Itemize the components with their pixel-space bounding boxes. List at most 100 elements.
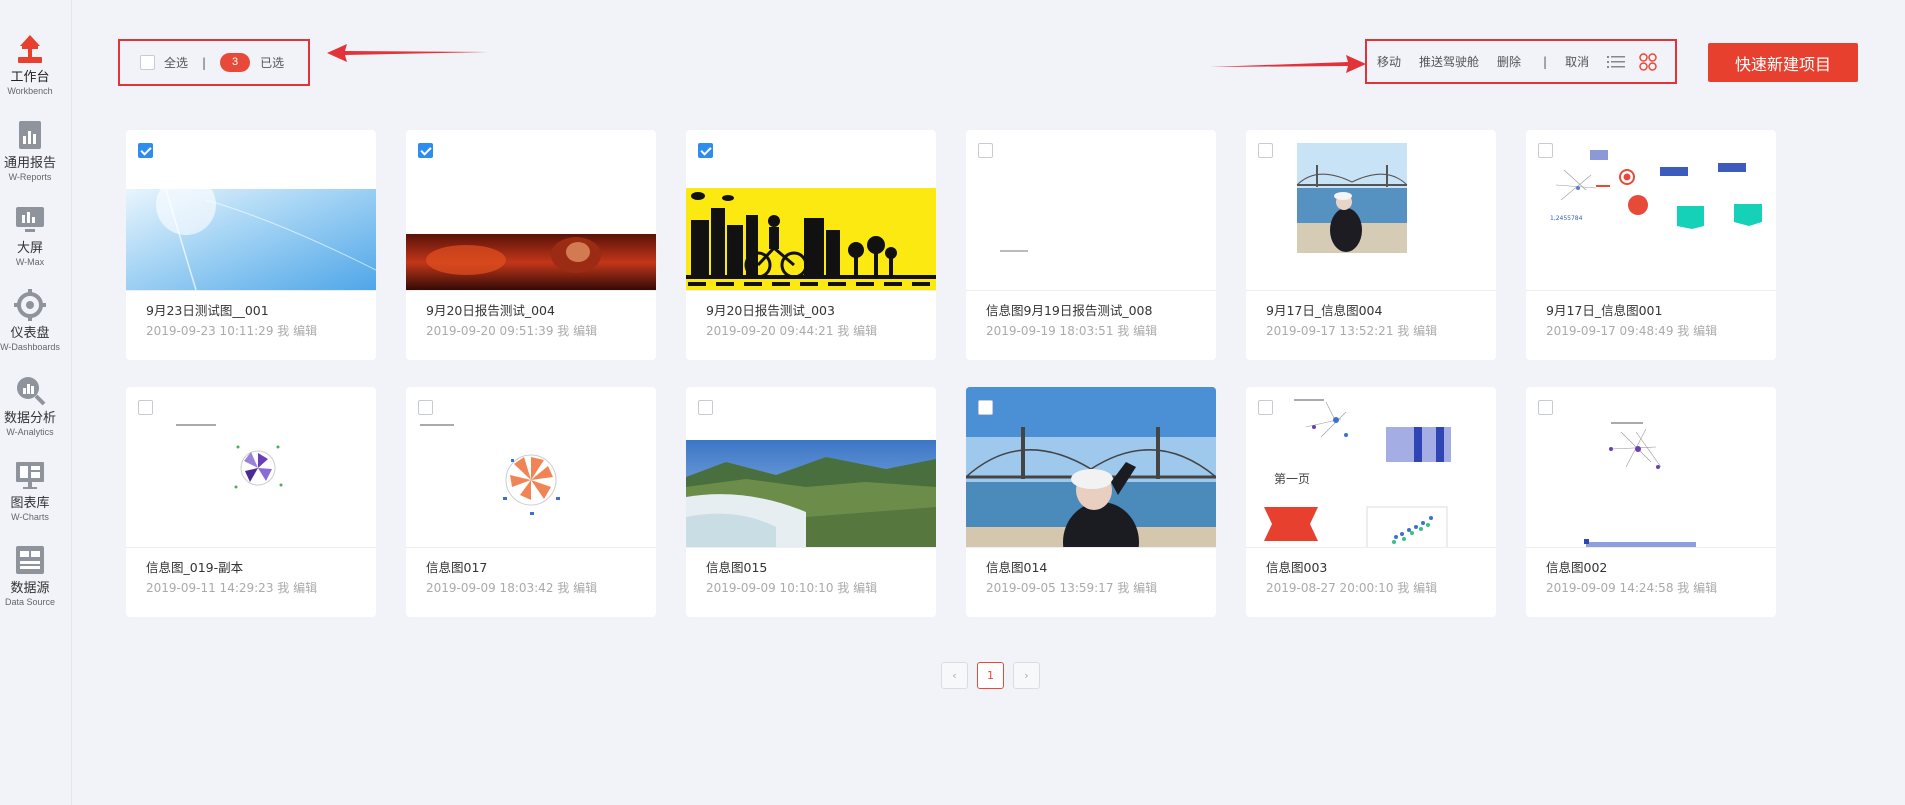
card-meta: 2019-09-19 18:03:51 我 编辑 [986, 324, 1158, 338]
card-thumbnail [966, 130, 1216, 291]
prev-page-button[interactable]: ‹ [941, 662, 968, 689]
card-meta: 2019-09-09 10:10:10 我 编辑 [706, 581, 878, 595]
card-title: 信息图017 [426, 560, 488, 575]
card-thumbnail [1526, 387, 1776, 548]
grid-view-icon[interactable] [1639, 52, 1657, 71]
card-meta: 2019-09-20 09:44:21 我 编辑 [706, 324, 878, 338]
project-card[interactable]: 信息图_019-副本 2019-09-11 14:29:23 我 编辑 [126, 387, 376, 617]
dashboard-icon [14, 289, 46, 321]
card-title: 9月17日_信息图001 [1546, 303, 1663, 318]
card-checkbox[interactable] [418, 400, 433, 415]
report-icon [19, 121, 41, 149]
card-checkbox[interactable] [138, 143, 153, 158]
sidebar-item-sublabel: Data Source [4, 597, 56, 607]
card-meta: 2019-09-09 18:03:42 我 编辑 [426, 581, 598, 595]
project-card[interactable]: 9月20日报告测试_004 2019-09-20 09:51:39 我 编辑 [406, 130, 656, 360]
page-1-button[interactable]: 1 [977, 662, 1004, 689]
toolbar-separator: | [1543, 54, 1548, 69]
sidebar-item-sublabel: W-Reports [8, 172, 52, 182]
project-card[interactable]: 9月23日测试图__001 2019-09-23 10:11:29 我 编辑 [126, 130, 376, 360]
sidebar-item-datasource[interactable]: 数据源 Data Source [0, 543, 60, 608]
bigscreen-icon [16, 207, 44, 232]
card-title: 信息图014 [986, 560, 1048, 575]
card-thumbnail [686, 130, 936, 291]
select-all-label[interactable]: 全选 [164, 54, 188, 71]
project-card[interactable]: 1,2455784 9月17日_信息图001 2019-09-17 09:48:… [1526, 130, 1776, 360]
toolbar-separator: | [202, 55, 207, 70]
move-button[interactable]: 移动 [1377, 53, 1401, 70]
annotation-arrow-left [327, 44, 488, 62]
card-meta: 2019-09-23 10:11:29 我 编辑 [146, 324, 318, 338]
fire-image [406, 234, 656, 290]
cancel-button[interactable]: 取消 [1565, 53, 1589, 70]
infographic-thumbnail [1584, 422, 1696, 547]
project-card[interactable]: 信息图002 2019-09-09 14:24:58 我 编辑 [1526, 387, 1776, 617]
card-thumbnail [966, 387, 1216, 548]
card-checkbox[interactable] [978, 143, 993, 158]
rose-chart-thumbnail [420, 424, 560, 515]
card-thumbnail [126, 387, 376, 548]
bridge-photo [1296, 143, 1408, 253]
next-page-button[interactable]: › [1013, 662, 1040, 689]
card-thumbnail: 1,2455784 [1526, 130, 1776, 291]
card-thumbnail [1246, 130, 1496, 291]
card-thumbnail [686, 387, 936, 548]
quick-new-project-button[interactable]: 快速新建项目 [1708, 43, 1858, 82]
card-meta: 2019-09-20 09:51:39 我 编辑 [426, 324, 598, 338]
card-checkbox[interactable] [1538, 400, 1553, 415]
sidebar-item-label: 数据分析 [3, 411, 56, 426]
sidebar-item-label: 图表库 [10, 496, 50, 511]
card-title: 信息图003 [1266, 560, 1328, 575]
card-thumbnail [126, 130, 376, 291]
analytics-icon [17, 377, 46, 406]
workbench-icon [18, 35, 42, 63]
project-card[interactable]: 信息图015 2019-09-09 10:10:10 我 编辑 [686, 387, 936, 617]
select-all-checkbox[interactable] [140, 55, 155, 70]
project-card[interactable]: 信息图017 2019-09-09 18:03:42 我 编辑 [406, 387, 656, 617]
project-card[interactable]: 9月20日报告测试_003 2019-09-20 09:44:21 我 编辑 [686, 130, 936, 360]
datasource-icon [16, 546, 44, 574]
card-checkbox[interactable] [698, 400, 713, 415]
sidebar-item-workbench[interactable]: 工作台 Workbench [0, 32, 60, 97]
card-checkbox[interactable] [978, 400, 993, 415]
sidebar-item-bigscreen[interactable]: 大屏 W-Max [0, 203, 60, 268]
card-checkbox[interactable] [138, 400, 153, 415]
card-title: 9月20日报告测试_004 [426, 303, 555, 318]
project-card[interactable]: 信息图014 2019-09-05 13:59:17 我 编辑 [966, 387, 1216, 617]
thumb-number-label: 1,2455784 [1550, 215, 1583, 222]
sidebar-item-label: 工作台 [10, 70, 50, 85]
project-card[interactable]: 第一页 信息图003 2019-08-27 20:00:10 我 编辑 [1246, 387, 1496, 617]
sidebar-item-sublabel: W-Charts [11, 512, 49, 522]
card-meta: 2019-09-11 14:29:23 我 编辑 [146, 581, 318, 595]
card-title: 9月20日报告测试_003 [706, 303, 835, 318]
card-meta: 2019-08-27 20:00:10 我 编辑 [1266, 581, 1438, 595]
card-title: 信息图015 [706, 560, 768, 575]
list-view-icon[interactable] [1607, 55, 1626, 69]
card-meta: 2019-09-09 14:24:58 我 编辑 [1546, 581, 1718, 595]
city-bike-image [686, 188, 936, 290]
sidebar-item-analytics[interactable]: 数据分析 W-Analytics [0, 373, 60, 438]
card-checkbox[interactable] [1258, 143, 1273, 158]
card-thumbnail [406, 130, 656, 291]
sidebar-item-dashboards[interactable]: 仪表盘 W-Dashboards [0, 288, 60, 353]
card-checkbox[interactable] [1258, 400, 1273, 415]
card-meta: 2019-09-17 09:48:49 我 编辑 [1546, 324, 1718, 338]
delete-button[interactable]: 删除 [1497, 53, 1521, 70]
sidebar-item-reports[interactable]: 通用报告 W-Reports [0, 118, 60, 183]
card-meta: 2019-09-05 13:59:17 我 编辑 [986, 581, 1158, 595]
push-cockpit-button[interactable]: 推送驾驶舱 [1419, 53, 1479, 70]
card-meta: 2019-09-17 13:52:21 我 编辑 [1266, 324, 1438, 338]
sidebar-item-sublabel: Workbench [7, 86, 53, 96]
sidebar: 工作台 Workbench 通用报告 W-Reports 大屏 W-Max 仪表… [0, 0, 72, 805]
infographic-thumbnail: 1,2455784 [1544, 150, 1762, 229]
card-checkbox[interactable] [1538, 143, 1553, 158]
project-card[interactable]: 信息图9月19日报告测试_008 2019-09-19 18:03:51 我 编… [966, 130, 1216, 360]
selected-label: 已选 [260, 56, 285, 70]
card-checkbox[interactable] [418, 143, 433, 158]
bridge-photo [966, 387, 1216, 547]
card-checkbox[interactable] [698, 143, 713, 158]
sidebar-item-label: 大屏 [16, 241, 43, 256]
project-card[interactable]: 9月17日_信息图004 2019-09-17 13:52:21 我 编辑 [1246, 130, 1496, 360]
sidebar-item-charts[interactable]: 图表库 W-Charts [0, 458, 60, 523]
card-title: 信息图9月19日报告测试_008 [986, 303, 1153, 318]
